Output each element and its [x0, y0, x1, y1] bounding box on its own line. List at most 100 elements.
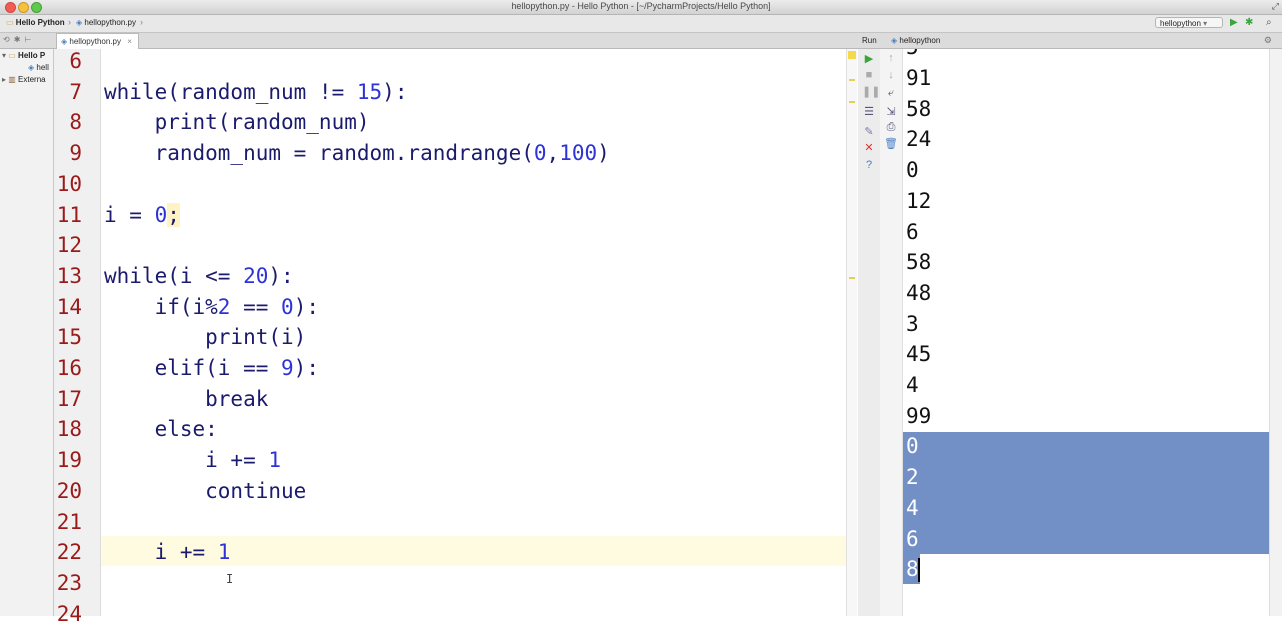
output-line: 24	[906, 127, 932, 152]
run-console[interactable]: 5 91 58 24 0 12 6 58 48 3 45 4 99 0 2 4 …	[903, 49, 1269, 616]
line-number: 23	[56, 570, 82, 595]
code-line-16[interactable]: elif(i == 9):	[104, 356, 319, 380]
line-number: 19	[56, 448, 82, 473]
output-line: 5	[906, 49, 919, 59]
breadcrumb-project[interactable]: ▭ Hello Python	[6, 18, 65, 27]
code-line-17[interactable]: break	[104, 387, 268, 411]
output-line: 45	[906, 342, 932, 367]
editor-tab-bar: ⟲✱⊢ ◈ hellopython.py ×	[0, 33, 858, 49]
error-stripe[interactable]	[846, 49, 857, 616]
fullscreen-icon[interactable]: ⤢	[1272, 1, 1279, 12]
chevron-right-icon: ›	[68, 17, 71, 27]
output-line: 4	[906, 373, 919, 397]
warning-marker[interactable]	[849, 101, 855, 103]
tab-label: hellopython.py	[69, 37, 121, 46]
pin-icon[interactable]: ✎	[862, 125, 876, 138]
scroll-up-icon[interactable]: ↑	[884, 52, 898, 64]
line-number: 9	[69, 141, 82, 166]
tree-root[interactable]: ▾ ▭ Hello P	[2, 51, 45, 60]
run-toolbar: ▶ ■ ❚❚ ☰ ✎ ✕ ?	[858, 49, 881, 616]
pause-icon[interactable]: ❚❚	[862, 85, 880, 98]
navigation-bar: ▭ Hello Python › ◈ hellopython.py › hell…	[0, 15, 1282, 33]
code-line-20[interactable]: continue	[104, 479, 306, 503]
run-config-tab[interactable]: ◈ hellopython	[891, 36, 940, 45]
library-icon: ▥	[8, 75, 16, 84]
output-line-selected: 0	[906, 434, 919, 459]
breadcrumb-file-label: hellopython.py	[84, 18, 136, 27]
line-number: 8	[69, 110, 82, 135]
gear-icon[interactable]: ⚙	[1264, 35, 1272, 46]
project-tree: ▾ ▭ Hello P ◈ hell ▸ ▥ Externa	[0, 49, 54, 616]
line-number: 24	[56, 601, 82, 626]
line-number: 11	[56, 202, 82, 227]
folder-icon: ▭	[8, 51, 16, 60]
run-config-select[interactable]: hellopython ▾	[1155, 17, 1223, 28]
run-icon[interactable]: ▶	[1230, 17, 1238, 28]
code-line-15[interactable]: print(i)	[104, 325, 306, 349]
tab-hellopython[interactable]: ◈ hellopython.py ×	[56, 33, 139, 49]
tool-icons[interactable]: ⟲✱⊢	[3, 35, 35, 44]
rerun-icon[interactable]: ▶	[862, 52, 876, 65]
tree-file-label: hell	[36, 63, 49, 72]
output-line-selected: 8	[906, 557, 919, 582]
warning-indicator[interactable]	[848, 51, 856, 59]
output-line: 58	[906, 96, 932, 121]
line-number: 21	[56, 509, 82, 534]
soft-wrap-icon[interactable]: ⤶	[884, 87, 898, 100]
python-file-icon: ◈	[61, 37, 68, 46]
run-panel-header: Run ◈ hellopython ⚙	[858, 33, 1282, 49]
help-icon[interactable]: ?	[862, 159, 876, 171]
print-icon[interactable]: ⎙	[884, 121, 898, 134]
warning-marker[interactable]	[849, 277, 855, 279]
chevron-down-icon: ▾	[1203, 19, 1208, 28]
text-cursor-icon: I	[226, 572, 234, 586]
close-icon[interactable]: ×	[127, 37, 132, 46]
tree-root-label: Hello P	[18, 51, 46, 60]
output-line-selected: 4	[906, 495, 919, 520]
code-line-7[interactable]: while(random_num != 15):	[104, 80, 407, 104]
dump-threads-icon[interactable]: ☰	[862, 105, 876, 118]
selection-highlight	[903, 432, 1269, 554]
tree-file[interactable]: ◈ hell	[28, 63, 49, 72]
python-file-icon: ◈	[28, 63, 35, 72]
code-line-22[interactable]: i += 1	[104, 540, 231, 564]
code-line-14[interactable]: if(i%2 == 0):	[104, 295, 319, 319]
line-number: 15	[56, 325, 82, 350]
run-panel-label: Run	[862, 36, 877, 45]
run-config-tab-label: hellopython	[899, 36, 941, 45]
output-line: 58	[906, 250, 932, 275]
scroll-down-icon[interactable]: ↓	[884, 69, 898, 81]
code-line-13[interactable]: while(i <= 20):	[104, 264, 294, 288]
output-line: 91	[906, 66, 932, 90]
output-line: 48	[906, 280, 932, 305]
warning-marker[interactable]	[849, 79, 855, 81]
window-title: hellopython.py - Hello Python - [~/Pycha…	[511, 1, 771, 11]
clear-all-icon[interactable]: 🗑	[884, 137, 898, 150]
line-number: 12	[56, 233, 82, 258]
console-scrollbar[interactable]	[1269, 49, 1282, 616]
scroll-to-end-icon[interactable]: ⇲	[884, 105, 898, 118]
python-file-icon: ◈	[891, 36, 898, 45]
output-line-selected: 6	[906, 526, 919, 551]
output-line: 3	[906, 311, 919, 336]
search-icon[interactable]: ⌕	[1266, 17, 1272, 28]
tree-external[interactable]: ▸ ▥ Externa	[2, 75, 46, 84]
line-number: 6	[69, 49, 82, 73]
python-file-icon: ◈	[76, 18, 83, 27]
chevron-right-icon: ›	[140, 17, 143, 27]
output-line: 99	[906, 403, 932, 428]
stop-icon[interactable]: ■	[862, 69, 876, 81]
code-line-9[interactable]: random_num = random.randrange(0,100)	[104, 141, 610, 165]
code-editor[interactable]: while(random_num != 15): print(random_nu…	[101, 49, 846, 616]
chevron-down-icon: ▾	[2, 51, 7, 60]
debug-icon[interactable]: ✱	[1245, 17, 1253, 28]
output-line: 0	[906, 158, 919, 183]
code-line-19[interactable]: i += 1	[104, 448, 281, 472]
output-line-selected: 2	[906, 465, 919, 490]
code-line-18[interactable]: else:	[104, 417, 218, 441]
breadcrumb-file[interactable]: ◈ hellopython.py	[76, 18, 136, 27]
close-icon[interactable]: ✕	[862, 141, 876, 154]
code-line-11[interactable]: i = 0;	[104, 202, 180, 227]
code-line-8[interactable]: print(random_num)	[104, 110, 370, 134]
breadcrumb-project-label: Hello Python	[15, 18, 65, 27]
